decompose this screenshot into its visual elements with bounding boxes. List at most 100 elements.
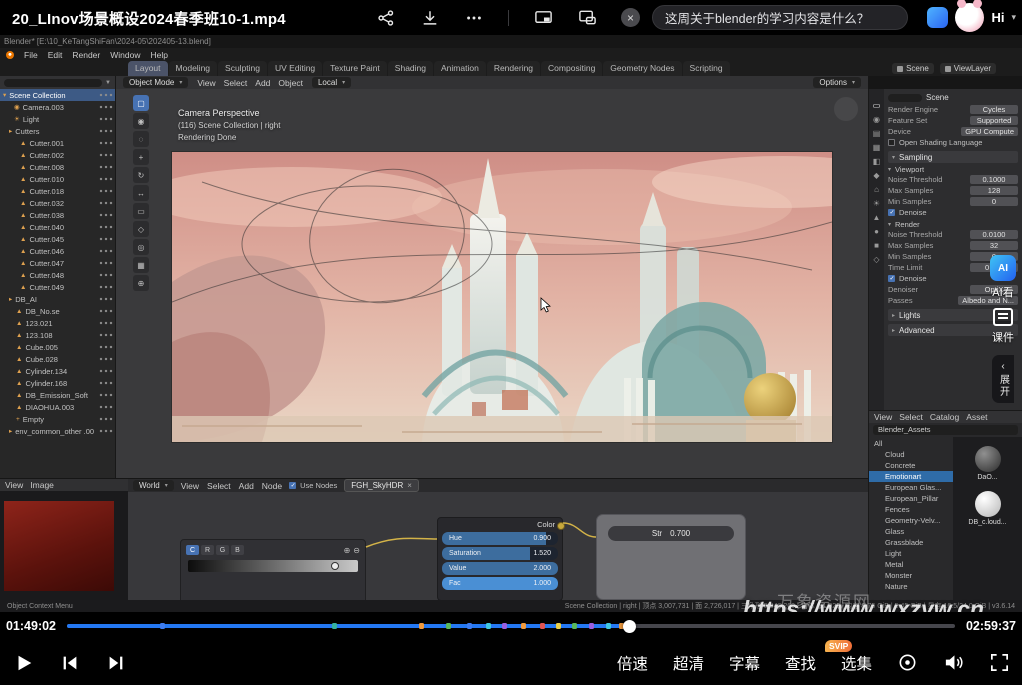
outliner-row[interactable]: ▸ Cutters [0, 125, 115, 137]
properties-tab-icon[interactable]: ▲ [873, 213, 881, 222]
menu-item[interactable]: Node [262, 481, 282, 491]
color-ramp-node[interactable]: CRGB ⊕⊖ [180, 539, 366, 600]
quality-button[interactable]: 超清 [673, 652, 704, 674]
visibility-toggle-icons[interactable] [99, 141, 113, 145]
tool-button[interactable]: ▢ [133, 95, 149, 111]
ramp-channel-button[interactable]: G [216, 545, 229, 555]
mini-window-icon[interactable] [577, 8, 597, 28]
workspace-tab[interactable]: Geometry Nodes [603, 61, 681, 76]
transform-orientation-dropdown[interactable]: Local [312, 77, 351, 88]
shader-type-dropdown[interactable]: World [133, 480, 174, 491]
menu-item[interactable]: Render [72, 50, 100, 60]
fullscreen-icon[interactable] [989, 652, 1010, 673]
courseware-icon[interactable] [993, 308, 1013, 326]
catalog-item[interactable]: Light [869, 548, 953, 559]
ramp-channel-button[interactable]: C [186, 545, 199, 555]
screencast-icon[interactable] [533, 8, 553, 28]
expand-tab[interactable]: ‹ 展开 [992, 355, 1014, 403]
tool-button[interactable]: ↻ [133, 167, 149, 183]
outliner-row[interactable]: ▲ 123.108 [0, 329, 115, 341]
outliner-row[interactable]: ▲ Cylinder.168 [0, 377, 115, 389]
tool-button[interactable]: ⊕ [133, 275, 149, 291]
catalog-item[interactable]: European Glas... [869, 482, 953, 493]
options-dropdown[interactable]: Options [813, 77, 861, 88]
ramp-handle[interactable] [331, 562, 339, 570]
visibility-toggle-icons[interactable] [99, 261, 113, 265]
asset-library-dropdown[interactable]: Blender_Assets [873, 425, 1018, 435]
ai-watch-icon[interactable]: AI [990, 255, 1016, 281]
property-row[interactable]: Max Samples32 [888, 240, 1018, 251]
workspace-tab[interactable]: Layout [128, 61, 168, 76]
properties-tab-icon[interactable]: ▤ [873, 129, 881, 138]
volume-icon[interactable] [943, 652, 964, 673]
visibility-toggle-icons[interactable] [99, 417, 113, 421]
properties-tab-icon[interactable]: ● [874, 227, 879, 236]
outliner-row[interactable]: ▲ Cube.005 [0, 341, 115, 353]
properties-tab-icon[interactable]: ▭ [873, 101, 881, 110]
outliner-row[interactable]: ▲ Cutter.038 [0, 209, 115, 221]
tool-button[interactable]: ◎ [133, 239, 149, 255]
add-stop-icon[interactable]: ⊕ [344, 546, 351, 555]
workspace-tab[interactable]: Texture Paint [323, 61, 387, 76]
outliner-row[interactable]: ▲ Cutter.002 [0, 149, 115, 161]
view-layer-selector[interactable]: ViewLayer [940, 63, 996, 74]
outliner-row[interactable]: ▲ Cylinder.134 [0, 365, 115, 377]
visibility-toggle-icons[interactable] [99, 225, 113, 229]
outliner-row[interactable]: ▲ DB_No.se [0, 305, 115, 317]
catalog-item[interactable]: European_Pillar [869, 493, 953, 504]
outliner-row[interactable]: ▲ Cutter.032 [0, 197, 115, 209]
visibility-toggle-icons[interactable] [99, 429, 113, 433]
next-episode-button[interactable] [106, 652, 126, 674]
outliner-row[interactable]: ▾ Scene Collection [0, 89, 115, 101]
play-button[interactable] [14, 652, 34, 674]
workspace-tab[interactable]: Compositing [541, 61, 602, 76]
visibility-toggle-icons[interactable] [99, 369, 113, 373]
close-icon[interactable]: × [621, 8, 640, 27]
tool-button[interactable]: ▦ [133, 257, 149, 273]
properties-tab-icon[interactable]: ◆ [873, 171, 879, 180]
property-row[interactable]: Feature SetSupported [888, 115, 1018, 126]
mode-dropdown[interactable]: Object Mode [123, 77, 188, 88]
visibility-toggle-icons[interactable] [99, 129, 113, 133]
properties-tab-icon[interactable]: ⌂ [874, 185, 879, 194]
properties-tab-icon[interactable]: ◉ [873, 115, 880, 124]
catalog-item[interactable]: Concrete [869, 460, 953, 471]
workspace-tab[interactable]: Rendering [487, 61, 540, 76]
visibility-toggle-icons[interactable] [99, 309, 113, 313]
outliner-row[interactable]: ☀ Light [0, 113, 115, 125]
scene-selector[interactable]: Scene [892, 63, 934, 74]
outliner-row[interactable]: ▲ Cutter.047 [0, 257, 115, 269]
remove-stop-icon[interactable]: ⊖ [353, 546, 360, 555]
workspace-tab[interactable]: Modeling [169, 61, 218, 76]
outliner-row[interactable]: ▲ Cutter.049 [0, 281, 115, 293]
download-icon[interactable] [420, 8, 440, 28]
visibility-toggle-icons[interactable] [99, 93, 113, 97]
playback-speed-button[interactable]: 倍速 [617, 652, 648, 674]
share-icon[interactable] [376, 8, 396, 28]
ai-search-input[interactable]: 这周关于blender的学习内容是什么？ [652, 5, 908, 30]
tool-button[interactable]: + [133, 149, 149, 165]
visibility-toggle-icons[interactable] [99, 201, 113, 205]
outliner-row[interactable]: ▸ DB_AI [0, 293, 115, 305]
node-slider[interactable]: Saturation 1.520 [442, 547, 558, 560]
visibility-toggle-icons[interactable] [99, 105, 113, 109]
catalog-item[interactable]: Glass [869, 526, 953, 537]
outliner-row[interactable]: + Empty [0, 413, 115, 425]
menu-item[interactable]: Select [899, 412, 923, 422]
ramp-channel-button[interactable]: B [231, 545, 244, 555]
catalog-item[interactable]: Grassblade [869, 537, 953, 548]
tool-button[interactable]: ▭ [133, 203, 149, 219]
visibility-toggle-icons[interactable] [99, 393, 113, 397]
catalog-item[interactable]: Monster [869, 570, 953, 581]
previous-episode-button[interactable] [60, 652, 80, 674]
menu-item[interactable]: File [24, 50, 38, 60]
menu-item[interactable]: Add [255, 78, 270, 88]
use-nodes-checkbox[interactable]: Use Nodes [289, 481, 337, 490]
ramp-channel-button[interactable]: R [201, 545, 214, 555]
tool-button[interactable]: ◇ [133, 221, 149, 237]
visibility-toggle-icons[interactable] [99, 117, 113, 121]
outliner-row[interactable]: ▲ Cube.028 [0, 353, 115, 365]
ai-watch-label[interactable]: AI看 [992, 284, 1013, 300]
episodes-button[interactable]: SVIP 选集 [841, 652, 872, 674]
menu-item[interactable]: Select [224, 78, 248, 88]
